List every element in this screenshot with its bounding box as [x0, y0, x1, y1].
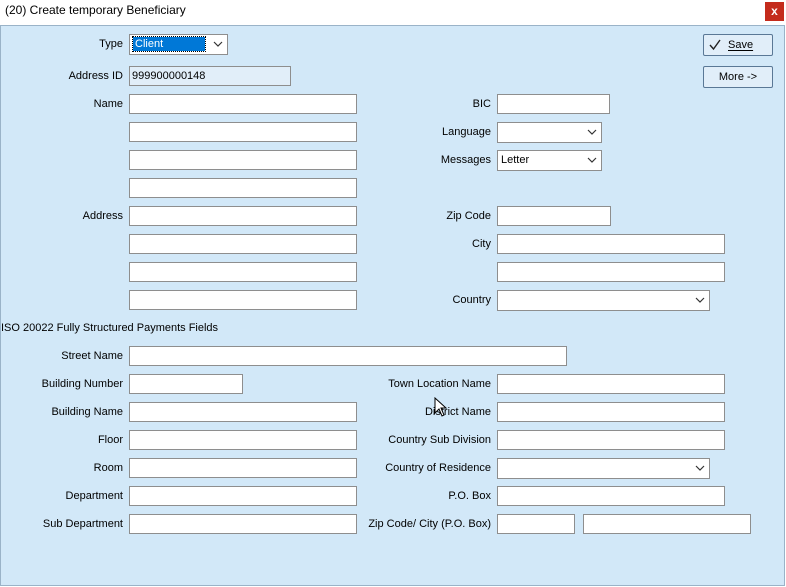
- department-field[interactable]: [129, 486, 357, 506]
- building-number-label: Building Number: [41, 378, 123, 390]
- save-button[interactable]: Save: [703, 34, 773, 56]
- po-box-zip-code-field[interactable]: [497, 514, 575, 534]
- name-field-3[interactable]: [129, 150, 357, 170]
- department-label: Department: [65, 490, 123, 502]
- name-label: Name: [93, 98, 123, 110]
- sub-department-field[interactable]: [129, 514, 357, 534]
- chevron-down-icon: [587, 129, 597, 135]
- address-id-field[interactable]: 999900000148: [129, 66, 291, 86]
- room-field[interactable]: [129, 458, 357, 478]
- country-of-residence-label: Country of Residence: [385, 462, 491, 474]
- street-name-field[interactable]: [129, 346, 567, 366]
- close-button[interactable]: x: [765, 2, 784, 21]
- building-name-field[interactable]: [129, 402, 357, 422]
- floor-field[interactable]: [129, 430, 357, 450]
- chevron-down-icon: [695, 297, 705, 303]
- building-name-label: Building Name: [51, 406, 123, 418]
- bic-field[interactable]: [497, 94, 610, 114]
- building-number-field[interactable]: [129, 374, 243, 394]
- checkmark-icon: [709, 39, 721, 51]
- messages-label: Messages: [440, 154, 491, 166]
- title-bar: (20) Create temporary Beneficiary x: [0, 0, 786, 24]
- messages-select-value: Letter: [501, 154, 530, 166]
- messages-select[interactable]: Letter: [497, 150, 602, 171]
- country-sub-division-label: Country Sub Division: [388, 434, 491, 446]
- dialog-window: (20) Create temporary Beneficiary x Type…: [0, 0, 786, 587]
- chevron-down-icon: [213, 41, 223, 47]
- chevron-down-icon: [695, 465, 705, 471]
- type-select-value: Client: [132, 36, 206, 52]
- district-name-field[interactable]: [497, 402, 725, 422]
- town-location-name-field[interactable]: [497, 374, 725, 394]
- type-label: Type: [99, 38, 123, 50]
- room-label: Room: [93, 462, 123, 474]
- iso-section-heading: ISO 20022 Fully Structured Payments Fiel…: [1, 322, 219, 334]
- mouse-pointer-icon: [434, 397, 448, 417]
- zip-code-label: Zip Code: [446, 210, 491, 222]
- country-of-residence-select[interactable]: [497, 458, 710, 479]
- address-id-label: Address ID: [68, 70, 123, 82]
- bic-label: BIC: [472, 98, 491, 110]
- town-location-name-label: Town Location Name: [388, 378, 491, 390]
- floor-label: Floor: [97, 434, 123, 446]
- chevron-down-icon: [587, 157, 597, 163]
- po-box-city-field[interactable]: [583, 514, 751, 534]
- zip-city-po-box-label: Zip Code/ City (P.O. Box): [368, 518, 491, 530]
- district-name-label: District Name: [424, 406, 491, 418]
- city-field-2[interactable]: [497, 262, 725, 282]
- name-field-1[interactable]: [129, 94, 357, 114]
- window-title: (20) Create temporary Beneficiary: [5, 3, 186, 17]
- city-field-1[interactable]: [497, 234, 725, 254]
- address-field-1[interactable]: [129, 206, 357, 226]
- name-field-2[interactable]: [129, 122, 357, 142]
- save-button-label: Save: [728, 39, 754, 51]
- country-label: Country: [452, 294, 491, 306]
- po-box-field[interactable]: [497, 486, 725, 506]
- language-select[interactable]: [497, 122, 602, 143]
- address-field-4[interactable]: [129, 290, 357, 310]
- street-name-label: Street Name: [61, 350, 123, 362]
- zip-code-field[interactable]: [497, 206, 611, 226]
- country-sub-division-field[interactable]: [497, 430, 725, 450]
- type-select[interactable]: Client: [129, 34, 228, 55]
- address-field-3[interactable]: [129, 262, 357, 282]
- address-label: Address: [82, 210, 123, 222]
- po-box-label: P.O. Box: [448, 490, 491, 502]
- language-label: Language: [442, 126, 491, 138]
- city-label: City: [472, 238, 491, 250]
- name-field-4[interactable]: [129, 178, 357, 198]
- more-button[interactable]: More ->: [703, 66, 773, 88]
- sub-department-label: Sub Department: [42, 518, 123, 530]
- country-select[interactable]: [497, 290, 710, 311]
- address-field-2[interactable]: [129, 234, 357, 254]
